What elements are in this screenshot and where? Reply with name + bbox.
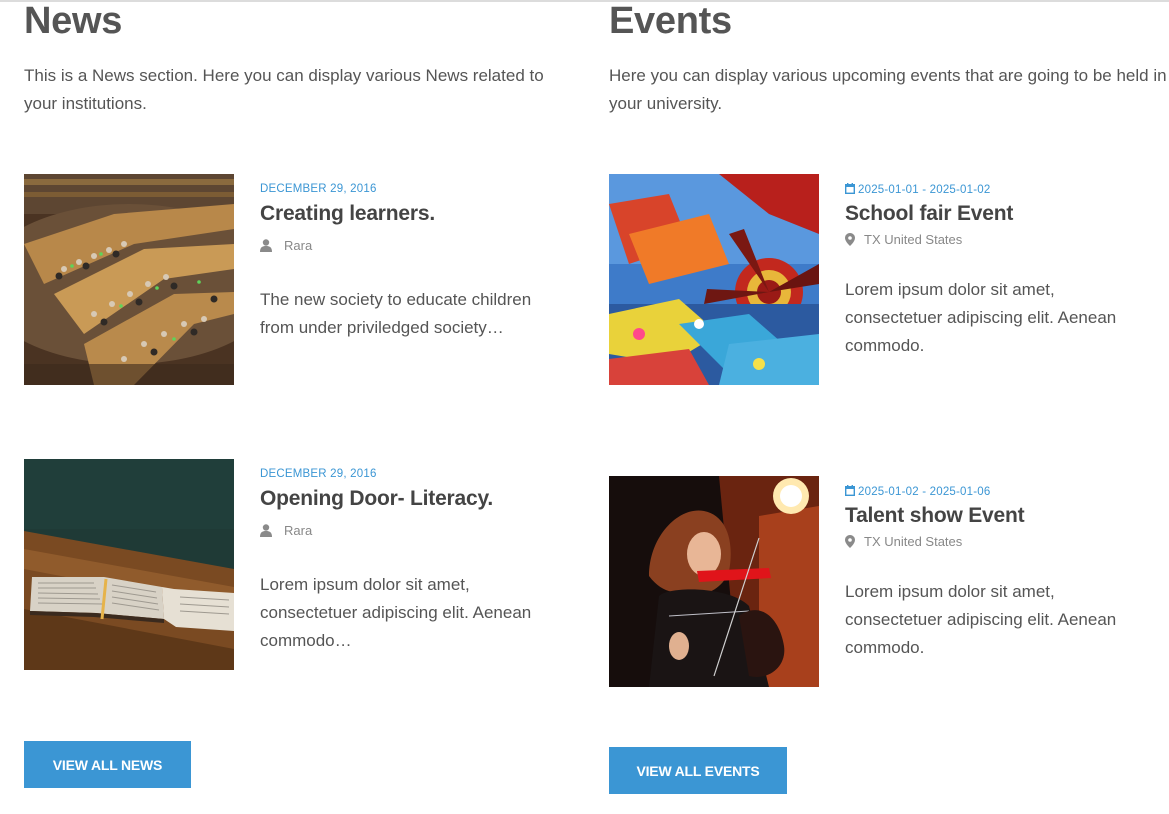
event-date: 2025-01-01 - 2025-01-02: [844, 183, 991, 197]
news-description: This is a News section. Here you can dis…: [24, 66, 544, 113]
news-item: DECEMBER 29, 2016 Opening Door- Literacy…: [24, 459, 574, 671]
event-item: 2025-01-02 - 2025-01-06 Talent show Even…: [609, 476, 1169, 688]
event-date: 2025-01-02 - 2025-01-06: [844, 485, 991, 499]
event-excerpt: Lorem ipsum dolor sit amet, consectetuer…: [845, 582, 1117, 657]
event-item-title[interactable]: Talent show Event: [845, 504, 1025, 528]
news-author: Rara: [260, 238, 312, 255]
event-image-fair[interactable]: [609, 174, 819, 385]
news-date: DECEMBER 29, 2016: [260, 183, 377, 195]
event-item-title[interactable]: School fair Event: [845, 202, 1013, 226]
event-location-text: TX United States: [864, 232, 963, 247]
user-icon: [260, 239, 272, 255]
news-excerpt: Lorem ipsum dolor sit amet, consectetuer…: [260, 575, 532, 650]
calendar-icon: [844, 183, 856, 197]
event-location: TX United States: [845, 534, 962, 551]
news-author-name[interactable]: Rara: [284, 238, 312, 253]
news-image-book[interactable]: [24, 459, 234, 670]
map-pin-icon: [845, 535, 855, 551]
map-pin-icon: [845, 233, 855, 249]
news-image-library[interactable]: [24, 174, 234, 385]
news-date: DECEMBER 29, 2016: [260, 468, 377, 480]
news-author-name[interactable]: Rara: [284, 523, 312, 538]
news-author: Rara: [260, 523, 312, 540]
events-description: Here you can display various upcoming ev…: [609, 66, 1167, 113]
news-item-title[interactable]: Creating learners.: [260, 202, 435, 226]
news-item-title[interactable]: Opening Door- Literacy.: [260, 487, 493, 511]
event-date-range: 2025-01-02 - 2025-01-06: [858, 486, 991, 498]
events-heading: Events: [609, 0, 732, 42]
event-location-text: TX United States: [864, 534, 963, 549]
news-excerpt: The new society to educate children from…: [260, 290, 532, 337]
view-all-news-button[interactable]: VIEW ALL NEWS: [24, 741, 191, 788]
event-location: TX United States: [845, 232, 962, 249]
news-heading: News: [24, 0, 123, 42]
event-item: 2025-01-01 - 2025-01-02 School fair Even…: [609, 174, 1169, 386]
event-image-violinist[interactable]: [609, 476, 819, 687]
event-excerpt: Lorem ipsum dolor sit amet, consectetuer…: [845, 280, 1117, 355]
view-all-events-button[interactable]: VIEW ALL EVENTS: [609, 747, 787, 794]
event-date-range: 2025-01-01 - 2025-01-02: [858, 184, 991, 196]
news-item: DECEMBER 29, 2016 Creating learners. Rar…: [24, 174, 574, 386]
calendar-icon: [844, 485, 856, 499]
user-icon: [260, 524, 272, 540]
